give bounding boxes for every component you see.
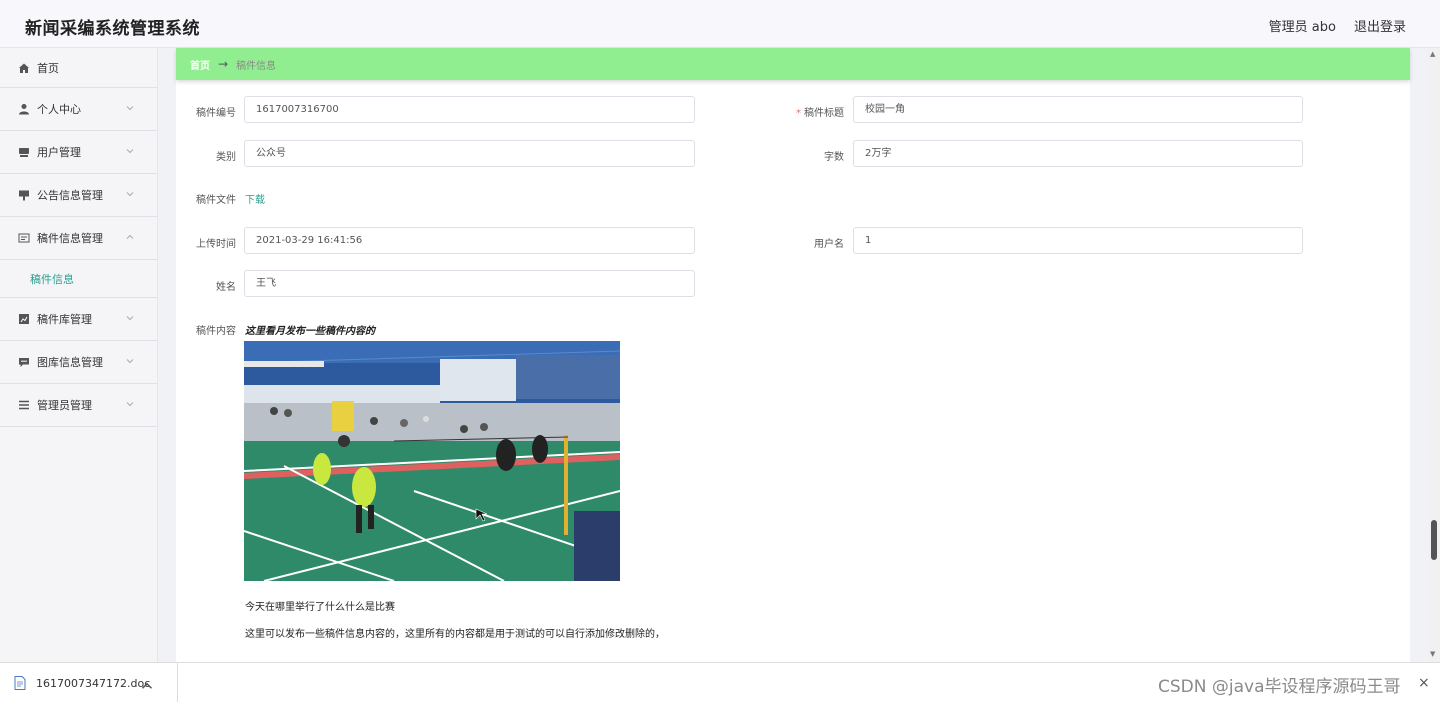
sidebar-item-label: 图库信息管理 [37,356,103,369]
sidebar-item-label: 稿件库管理 [37,313,92,326]
document-file-icon [14,676,26,690]
sidebar-item-user-management[interactable]: 用户管理 [0,131,157,174]
sidebar-item-label: 用户管理 [37,146,81,159]
sidebar-item-notice-management[interactable]: 公告信息管理 [0,174,157,217]
title-field[interactable]: 校园一角 [853,96,1303,123]
chat-icon [19,358,29,367]
chart-icon [19,314,29,324]
logout-button[interactable]: 退出登录 [1354,16,1406,35]
chevron-down-icon [126,359,134,364]
sidebar-item-label: 稿件信息管理 [37,232,103,245]
file-label: 稿件文件 [196,195,236,206]
username-label: 用户名 [814,239,844,250]
notice-icon [19,190,29,201]
page-scrollbar[interactable]: ▲ ▼ [1428,48,1440,662]
main-content: 首页 → 稿件信息 稿件编号 1617007316700 * 稿件标题 校园一角 … [176,48,1410,662]
download-filename: 1617007347172.doc [36,676,151,690]
username-field[interactable]: 1 [853,227,1303,254]
title-label: * 稿件标题 [796,108,844,119]
manuscript-icon [18,233,30,243]
sidebar-subitem-manuscript-info[interactable]: 稿件信息 [0,260,157,298]
upload-time-field[interactable]: 2021-03-29 16:41:56 [244,227,695,254]
breadcrumb-arrow-icon: → [218,57,229,71]
breadcrumb-home-link[interactable]: 首页 [190,57,210,72]
required-mark: * [796,108,801,119]
scroll-down-arrow-icon[interactable]: ▼ [1430,650,1435,658]
user-management-icon [19,148,29,157]
sidebar-item-gallery-management[interactable]: 图库信息管理 [0,341,157,384]
breadcrumb-current: 稿件信息 [236,60,277,72]
sidebar-item-label: 个人中心 [37,103,81,116]
sidebar-item-manuscript-management[interactable]: 稿件信息管理 [0,217,157,260]
app-title: 新闻采编系统管理系统 [25,19,200,39]
sidebar-item-label: 公告信息管理 [37,189,103,202]
manuscript-no-field[interactable]: 1617007316700 [244,96,695,123]
csdn-watermark: CSDN @java毕设程序源码王哥 [1158,677,1401,697]
chevron-up-icon[interactable] [141,679,153,693]
home-icon [19,63,29,73]
sidebar-menu: 首页 个人中心 用户管理 公告信息管理 稿件信息管理 稿件信息 稿件库管理 图库… [0,48,158,662]
name-field[interactable]: 王飞 [244,270,695,297]
category-field[interactable]: 公众号 [244,140,695,167]
content-paragraph-2: 这里可以发布一些稿件信息内容的，这里所有的内容都是用于测试的可以自行添加修改删除… [245,629,665,640]
word-count-label: 字数 [824,152,844,163]
content-label: 稿件内容 [196,326,236,337]
chevron-up-icon [126,234,134,239]
breadcrumb: 首页 → 稿件信息 [176,48,1410,80]
sidebar-item-home[interactable]: 首页 [0,48,157,88]
download-item[interactable]: 1617007347172.doc [0,663,178,702]
close-icon[interactable]: × [1418,675,1430,691]
list-icon [19,400,29,410]
chevron-down-icon [126,316,134,321]
scroll-thumb[interactable] [1431,520,1437,560]
chevron-down-icon [126,402,134,407]
badminton-photo [244,341,620,581]
category-label: 类别 [216,152,236,163]
sidebar-item-personal-center[interactable]: 个人中心 [0,88,157,131]
top-header: 新闻采编系统管理系统 管理员 abo 退出登录 [0,0,1440,48]
content-heading: 这里看月发布一些稿件内容的 [245,326,375,337]
current-user-label: 管理员 abo [1268,20,1336,35]
manuscript-no-label: 稿件编号 [196,108,236,119]
sidebar-item-label: 管理员管理 [37,399,92,412]
chevron-down-icon [126,106,134,111]
chevron-down-icon [126,149,134,154]
chevron-down-icon [126,192,134,197]
sidebar-item-label: 首页 [37,61,59,75]
sidebar-item-admin-management[interactable]: 管理员管理 [0,384,157,427]
upload-time-label: 上传时间 [196,239,236,250]
header-user-area: 管理员 abo 退出登录 [1269,16,1406,35]
sidebar-item-manuscript-library[interactable]: 稿件库管理 [0,298,157,341]
scroll-up-arrow-icon[interactable]: ▲ [1430,50,1435,58]
download-link[interactable]: 下载 [245,191,265,206]
name-label: 姓名 [216,282,236,293]
content-paragraph-1: 今天在哪里举行了什么什么是比赛 [245,602,395,613]
word-count-field[interactable]: 2万字 [853,140,1303,167]
user-icon [19,104,29,115]
